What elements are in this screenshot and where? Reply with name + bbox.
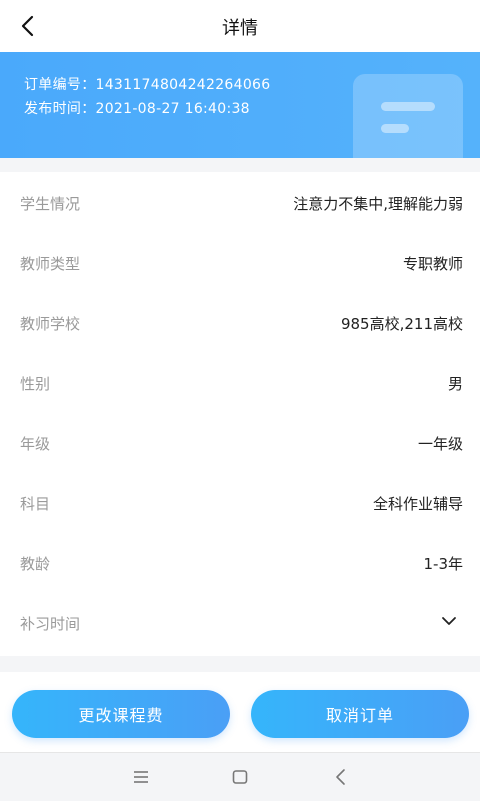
publish-time-value: 2021-08-27 16:40:38 — [95, 101, 250, 117]
detail-label: 性别 — [20, 375, 51, 393]
page-title: 详情 — [222, 18, 258, 39]
square-icon[interactable] — [230, 767, 250, 787]
menu-icon[interactable] — [131, 767, 151, 787]
detail-row-gender: 性别 男 — [0, 352, 480, 412]
detail-label: 教师类型 — [20, 255, 81, 273]
detail-row-student-status: 学生情况 注意力不集中,理解能力弱 — [0, 172, 480, 232]
detail-label: 教师学校 — [20, 315, 81, 333]
document-icon — [353, 74, 463, 158]
order-number-value: 1431174804242264066 — [95, 77, 271, 93]
detail-value: 全科作业辅导 — [372, 495, 463, 513]
detail-row-teacher-school: 教师学校 985高校,211高校 — [0, 292, 480, 352]
action-bar: 更改课程费 取消订单 — [0, 672, 480, 752]
publish-time-line: 发布时间：2021-08-27 16:40:38 — [24, 98, 250, 118]
order-number-line: 订单编号：1431174804242264066 — [24, 74, 270, 94]
detail-row-tutoring-time[interactable]: 补习时间 — [0, 592, 480, 652]
detail-value: 男 — [447, 375, 463, 393]
detail-label: 科目 — [20, 495, 51, 513]
detail-label: 学生情况 — [20, 195, 81, 213]
detail-row-teaching-years: 教龄 1-3年 — [0, 532, 480, 592]
chevron-left-icon — [21, 15, 34, 37]
detail-value: 一年级 — [417, 435, 463, 453]
change-fee-button[interactable]: 更改课程费 — [12, 690, 230, 738]
detail-label: 年级 — [20, 435, 51, 453]
detail-row-teacher-type: 教师类型 专职教师 — [0, 232, 480, 292]
order-number-label: 订单编号： — [24, 77, 96, 93]
detail-list: 学生情况 注意力不集中,理解能力弱 教师类型 专职教师 教师学校 985高校,2… — [0, 172, 480, 656]
back-button[interactable] — [14, 12, 42, 40]
chevron-down-icon[interactable] — [440, 612, 458, 630]
detail-row-subject: 科目 全科作业辅导 — [0, 472, 480, 532]
back-triangle-icon[interactable] — [331, 767, 351, 787]
detail-value: 专职教师 — [402, 255, 463, 273]
publish-time-label: 发布时间： — [24, 101, 96, 117]
detail-value: 985高校,211高校 — [340, 315, 463, 333]
top-navbar: 详情 — [0, 0, 480, 52]
detail-value: 注意力不集中,理解能力弱 — [293, 195, 463, 213]
order-banner: 订单编号：1431174804242264066 发布时间：2021-08-27… — [0, 52, 480, 158]
detail-label: 教龄 — [20, 555, 51, 573]
system-nav-bar — [0, 752, 480, 801]
cancel-order-button[interactable]: 取消订单 — [251, 690, 469, 738]
detail-row-grade: 年级 一年级 — [0, 412, 480, 472]
detail-value: 1-3年 — [423, 555, 464, 573]
detail-label: 补习时间 — [20, 615, 81, 633]
